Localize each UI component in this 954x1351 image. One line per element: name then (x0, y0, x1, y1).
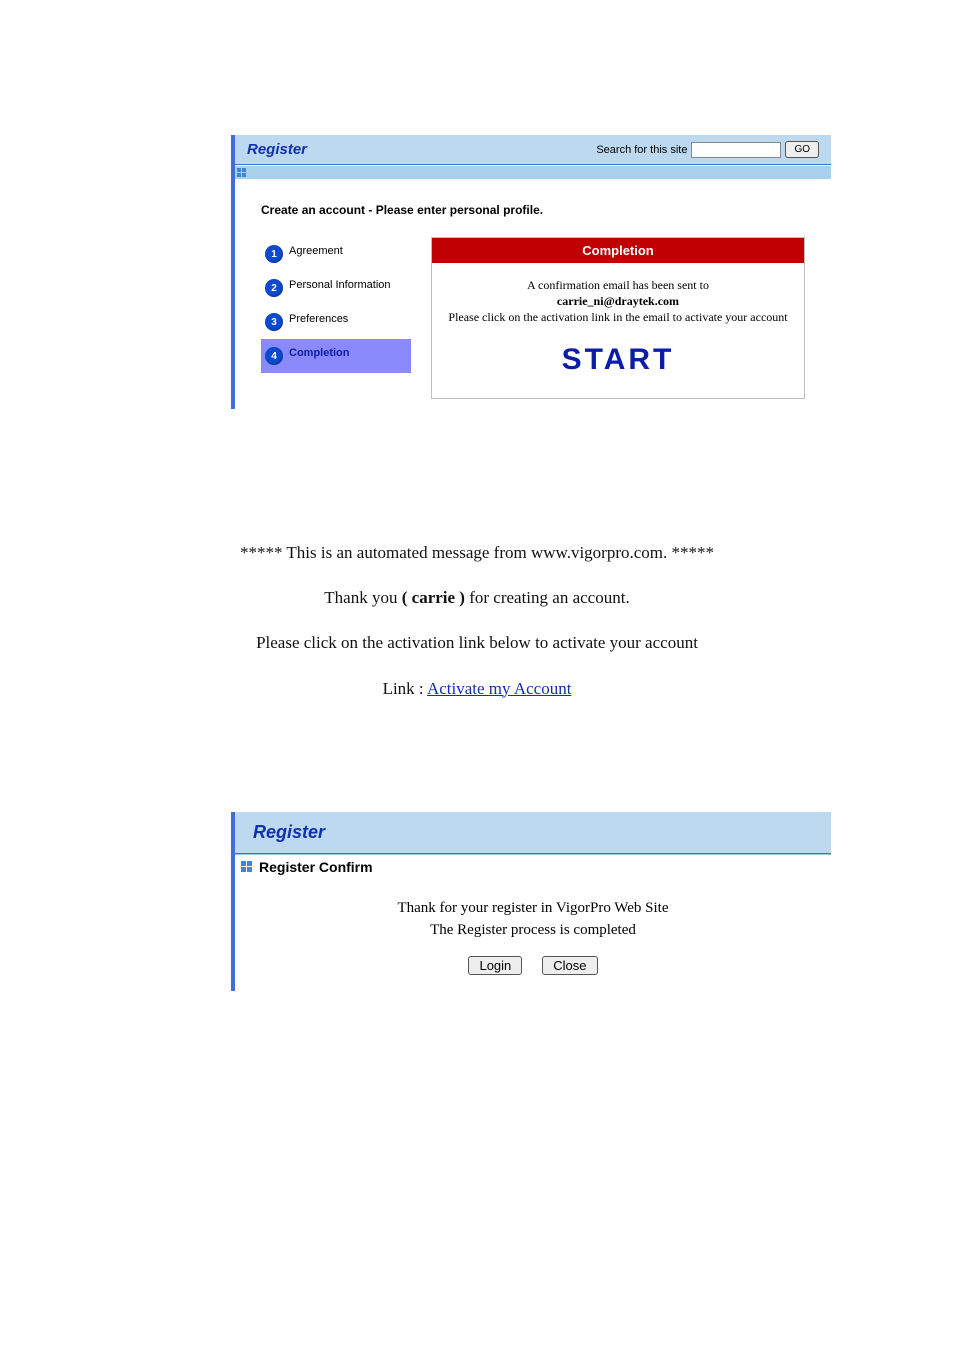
activate-account-link[interactable]: Activate my Account (427, 679, 571, 698)
register-confirm-panel: Register Register Confirm Thank for your… (231, 812, 831, 991)
automated-email-block: ***** This is an automated message from … (0, 539, 954, 702)
panel2-header: Register (235, 812, 831, 854)
email-thanks-line: Thank you ( carrie ) for creating an acc… (0, 584, 954, 611)
confirmation-email: carrie_ni@draytek.com (444, 293, 792, 309)
site-search: Search for this site GO (596, 141, 819, 158)
grid-marker-icon (237, 168, 247, 178)
create-account-instruction: Create an account - Please enter persona… (261, 203, 805, 217)
thanks-suffix: for creating an account. (469, 588, 629, 607)
panel1-title: Register (247, 141, 307, 158)
close-button[interactable]: Close (542, 956, 597, 975)
search-go-button[interactable]: GO (785, 141, 819, 158)
step-number-icon: 4 (265, 347, 283, 365)
step-preferences[interactable]: 3 Preferences (261, 305, 411, 339)
wizard-steps: 1 Agreement 2 Personal Information 3 Pre… (261, 237, 411, 373)
step-personal-information[interactable]: 2 Personal Information (261, 271, 411, 305)
link-label: Link : (383, 679, 424, 698)
panel2-subheading: Register Confirm (259, 859, 373, 875)
login-button[interactable]: Login (468, 956, 522, 975)
completion-heading: Completion (432, 238, 804, 263)
thanks-prefix: Thank you (324, 588, 397, 607)
register-completion-panel: Register Search for this site GO Create … (231, 135, 831, 409)
search-input[interactable] (691, 142, 781, 158)
step-label: Agreement (289, 245, 343, 258)
search-label: Search for this site (596, 144, 687, 156)
step-label: Preferences (289, 313, 348, 326)
step-number-icon: 2 (265, 279, 283, 297)
grid-marker-icon (241, 861, 253, 873)
email-header-line: ***** This is an automated message from … (0, 539, 954, 566)
email-instruction-line: Please click on the activation link belo… (0, 629, 954, 656)
confirm-line2: The Register process is completed (235, 919, 831, 942)
panel1-header: Register Search for this site GO (235, 135, 831, 165)
email-link-line: Link : Activate my Account (0, 675, 954, 702)
confirmation-line1: A confirmation email has been sent to (444, 277, 792, 293)
thanks-username: ( carrie ) (402, 588, 465, 607)
panel2-title: Register (253, 822, 325, 842)
start-button[interactable]: START (444, 340, 792, 381)
step-label: Personal Information (289, 279, 391, 292)
step-number-icon: 1 (265, 245, 283, 263)
step-completion[interactable]: 4 Completion (261, 339, 411, 373)
step-agreement[interactable]: 1 Agreement (261, 237, 411, 271)
step-number-icon: 3 (265, 313, 283, 331)
step-label: Completion (289, 347, 350, 360)
confirm-line1: Thank for your register in VigorPro Web … (235, 897, 831, 920)
panel2-subheader: Register Confirm (235, 854, 831, 879)
completion-main: Completion A confirmation email has been… (431, 237, 805, 399)
confirmation-line2: Please click on the activation link in t… (444, 309, 792, 325)
panel1-subbar (235, 165, 831, 179)
